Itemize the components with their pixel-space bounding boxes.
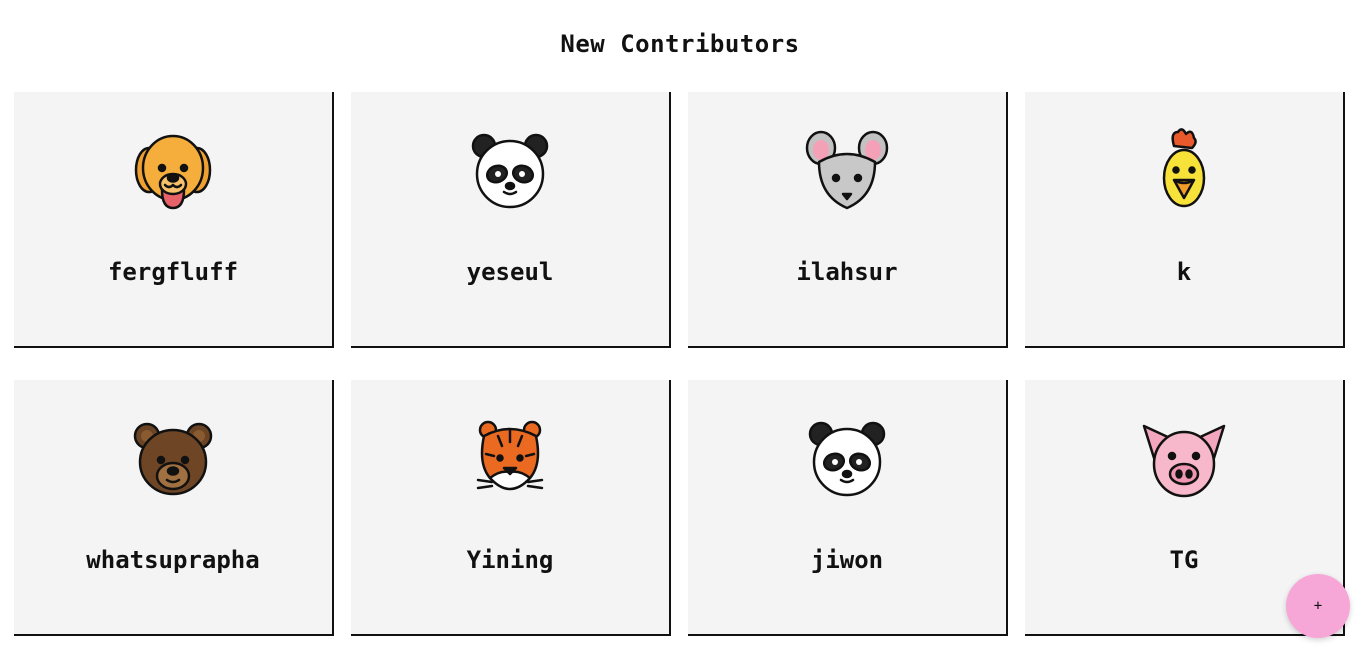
contributor-name: TG: [1169, 546, 1199, 574]
panda-icon: [460, 126, 560, 216]
chick-icon: [1134, 126, 1234, 216]
contributor-card[interactable]: whatsuprapha: [14, 380, 334, 636]
dog-icon: [123, 126, 223, 216]
contributor-name: yeseul: [466, 258, 554, 286]
contributor-name: Yining: [466, 546, 554, 574]
contributor-name: k: [1176, 258, 1192, 286]
panda-icon: [797, 414, 897, 504]
contributor-card[interactable]: fergfluff: [14, 92, 334, 348]
contributor-card[interactable]: k: [1025, 92, 1345, 348]
contributor-card[interactable]: jiwon: [688, 380, 1008, 636]
contributor-name: whatsuprapha: [86, 546, 260, 574]
tiger-icon: [460, 414, 560, 504]
contributor-card[interactable]: ilahsur: [688, 92, 1008, 348]
mouse-icon: [797, 126, 897, 216]
page: New Contributors fergfluff yeseul ilahsu…: [0, 0, 1360, 655]
contributor-name: ilahsur: [796, 258, 898, 286]
pig-icon: [1134, 414, 1234, 504]
contributors-grid: fergfluff yeseul ilahsur k whatsuprapha …: [14, 92, 1345, 636]
contributor-name: fergfluff: [107, 258, 239, 286]
page-title: New Contributors: [560, 30, 800, 58]
contributor-card[interactable]: Yining: [351, 380, 671, 636]
bear-icon: [123, 414, 223, 504]
contributor-name: jiwon: [810, 546, 884, 574]
add-button[interactable]: +: [1286, 574, 1350, 638]
contributor-card[interactable]: yeseul: [351, 92, 671, 348]
